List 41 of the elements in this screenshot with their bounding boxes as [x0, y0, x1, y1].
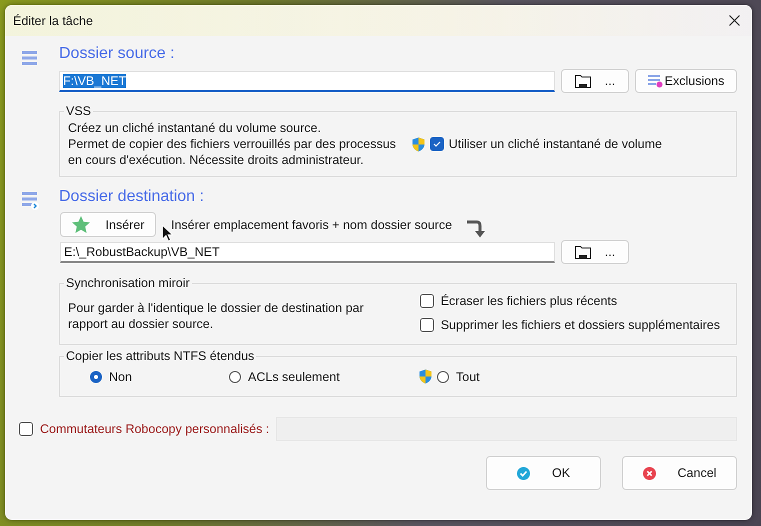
checkbox-label: Supprimer les fichiers et dossiers supplémentaires: [440, 318, 720, 332]
check-icon: [516, 466, 530, 480]
exclusions-button[interactable]: Exclusions: [635, 69, 737, 93]
checkbox-label: Écraser les fichiers plus récents: [440, 294, 618, 308]
group-legend: Copier les attributs NTFS étendus: [64, 349, 256, 363]
cancel-icon: [642, 466, 656, 480]
ok-button[interactable]: OK: [486, 456, 601, 490]
browse-button[interactable]: ...: [561, 240, 629, 264]
source-path-field[interactable]: F:\VB_NET: [59, 70, 555, 92]
exclusion-list-icon: [648, 74, 663, 88]
destination-path-field[interactable]: E:\_RobustBackup\VB_NET: [60, 242, 555, 262]
folder-icon: [574, 245, 591, 259]
section-heading: Dossier source :: [59, 44, 176, 64]
group-legend: VSS: [64, 104, 94, 118]
checkbox[interactable]: [19, 422, 33, 436]
vss-description: Créez un cliché instantané du volume source. Permet de copier des fichiers verrouillés par des processus en cours d'exécution. Nécessite droits administrateur.: [68, 120, 396, 168]
radio-label: Tout: [456, 370, 480, 384]
radio-button[interactable]: [229, 370, 241, 382]
insert-button[interactable]: Insérer: [60, 212, 156, 237]
browse-button[interactable]: ...: [561, 69, 629, 93]
radio-button[interactable]: [90, 370, 102, 382]
checkbox[interactable]: [420, 294, 434, 308]
mirror-description: Pour garder à l'identique le dossier de destination par rapport au dossier source.: [68, 300, 364, 332]
checkbox[interactable]: [430, 137, 444, 151]
turn-down-arrow-icon: [467, 219, 488, 238]
checkbox-label: Commutateurs Robocopy personnalisés :: [40, 422, 270, 436]
radio-label: Non: [109, 370, 132, 384]
checkbox[interactable]: [420, 318, 434, 332]
section-heading: Dossier destination :: [59, 187, 205, 207]
cursor-icon: [162, 225, 173, 242]
close-icon: [729, 15, 740, 26]
radio-button[interactable]: [437, 370, 449, 382]
checkbox-label: Utiliser un cliché instantané de volume: [448, 137, 662, 151]
group-legend: Synchronisation miroir: [64, 276, 192, 290]
window-title: Éditer la tâche: [13, 14, 93, 28]
cancel-button[interactable]: Cancel: [622, 456, 737, 490]
insert-hint: Insérer emplacement favoris + nom dossier source: [171, 218, 452, 232]
folder-icon: [574, 74, 591, 88]
checkmark-icon: [432, 141, 441, 147]
star-icon: [72, 216, 90, 233]
radio-label: ACLs seulement: [248, 370, 340, 384]
